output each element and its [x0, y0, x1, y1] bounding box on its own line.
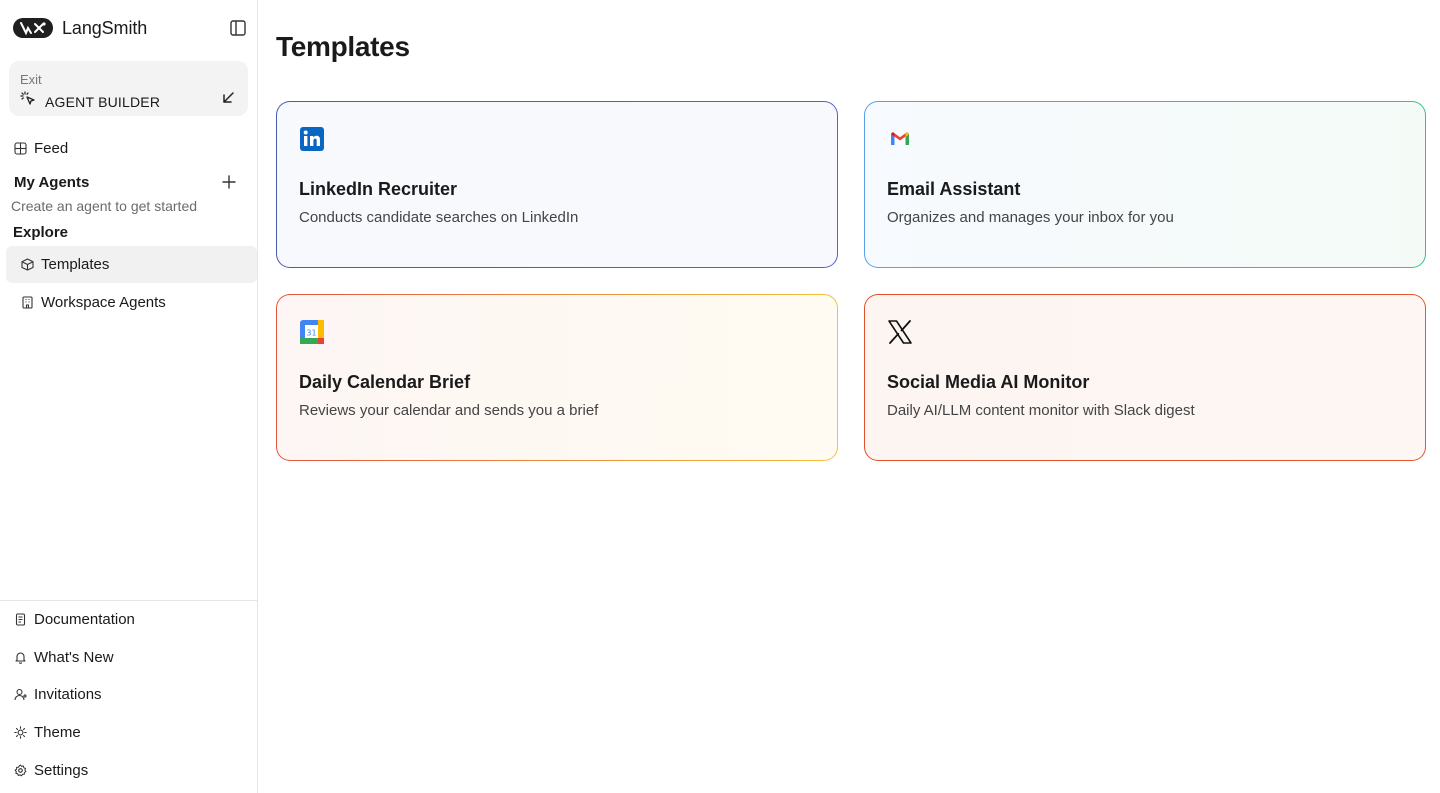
x-icon [887, 319, 913, 345]
sidebar-item-workspace-agents[interactable]: Workspace Agents [6, 284, 257, 321]
langsmith-logo-icon [13, 18, 53, 38]
exit-label: Exit [20, 72, 42, 87]
sidebar-item-theme[interactable]: Theme [6, 714, 257, 751]
template-description: Daily AI/LLM content monitor with Slack … [887, 402, 1195, 419]
bell-icon [14, 651, 27, 664]
sidebar-item-label: Workspace Agents [41, 294, 166, 311]
gmail-icon [887, 126, 913, 152]
brand[interactable]: LangSmith [13, 15, 147, 41]
sidebar: LangSmith Exit AGENT BUILDER Feed My Age… [0, 0, 258, 793]
user-plus-icon [14, 688, 27, 701]
document-icon [14, 613, 27, 626]
exit-mode-row: AGENT BUILDER [20, 91, 160, 112]
add-agent-button[interactable] [221, 174, 237, 190]
sidebar-toggle-icon[interactable] [228, 18, 248, 38]
sidebar-item-label: Invitations [34, 686, 102, 703]
exit-agent-builder-button[interactable]: Exit AGENT BUILDER [9, 61, 248, 116]
template-card-email-assistant[interactable]: Email Assistant Organizes and manages yo… [864, 101, 1426, 268]
sidebar-item-whats-new[interactable]: What's New [6, 639, 257, 676]
template-description: Conducts candidate searches on LinkedIn [299, 209, 579, 226]
template-title: Email Assistant [887, 179, 1021, 199]
template-description: Organizes and manages your inbox for you [887, 209, 1174, 226]
gear-icon [14, 764, 27, 777]
template-title: Social Media AI Monitor [887, 372, 1090, 392]
template-card-linkedin-recruiter[interactable]: LinkedIn Recruiter Conducts candidate se… [276, 101, 838, 268]
grid-icon [14, 142, 27, 155]
template-description: Reviews your calendar and sends you a br… [299, 402, 599, 419]
arrow-down-left-icon [221, 91, 235, 105]
my-agents-heading: My Agents [14, 174, 90, 191]
sun-icon [14, 726, 27, 739]
sidebar-item-templates[interactable]: Templates [6, 246, 257, 283]
sidebar-item-label: Feed [34, 140, 69, 157]
sidebar-item-label: What's New [34, 649, 114, 666]
box-icon [21, 258, 34, 271]
template-card-daily-calendar-brief[interactable]: 31 Daily Calendar Brief Reviews your cal… [276, 294, 838, 461]
main-content: Templates LinkedIn Recruiter Conducts ca… [258, 0, 1440, 793]
sidebar-item-label: Settings [34, 762, 89, 779]
exit-mode-label: AGENT BUILDER [45, 93, 161, 110]
app-name: LangSmith [62, 17, 148, 38]
google-calendar-icon: 31 [299, 319, 325, 345]
sidebar-item-label: Theme [34, 724, 81, 741]
calendar-day-number: 31 [306, 328, 316, 337]
sidebar-item-feed[interactable]: Feed [6, 130, 257, 167]
sidebar-item-label: Templates [41, 256, 110, 273]
building-icon [21, 296, 34, 309]
sidebar-item-documentation[interactable]: Documentation [6, 601, 257, 638]
sidebar-item-invitations[interactable]: Invitations [6, 676, 257, 713]
sidebar-item-settings[interactable]: Settings [6, 752, 257, 789]
page-title: Templates [276, 31, 410, 62]
explore-heading: Explore [13, 224, 69, 241]
template-card-social-media-ai-monitor[interactable]: Social Media AI Monitor Daily AI/LLM con… [864, 294, 1426, 461]
my-agents-empty-hint: Create an agent to get started [11, 198, 198, 214]
linkedin-icon [299, 126, 325, 152]
template-title: LinkedIn Recruiter [299, 179, 458, 199]
sidebar-item-label: Documentation [34, 611, 135, 628]
template-title: Daily Calendar Brief [299, 372, 471, 392]
cursor-click-icon [20, 91, 36, 112]
